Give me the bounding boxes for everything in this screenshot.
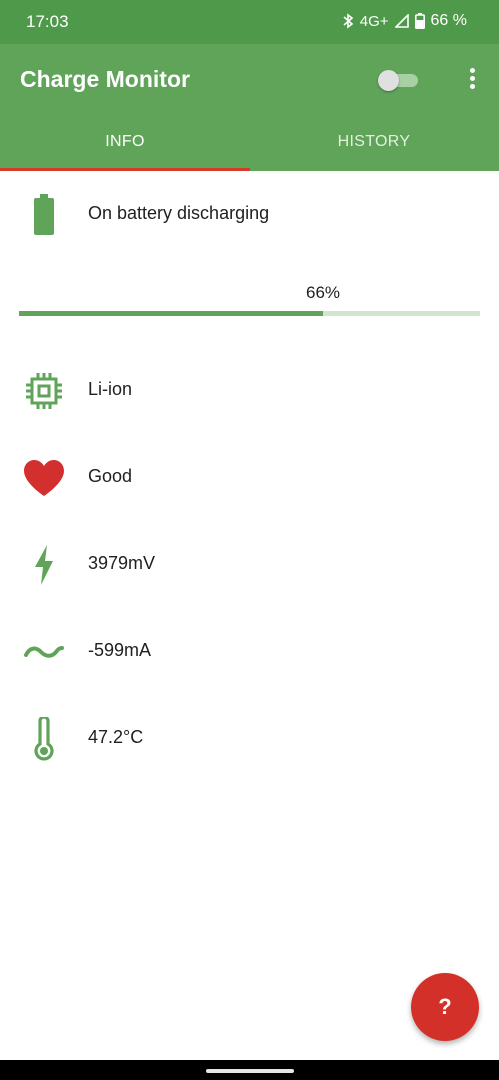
current-label: -599mA (88, 640, 152, 660)
battery-icon (22, 193, 66, 237)
help-button[interactable]: ? (411, 973, 479, 1041)
health-label: Good (88, 466, 133, 486)
battery-status-row: On battery discharging (0, 189, 499, 239)
thermometer-icon (22, 717, 66, 761)
wave-icon (22, 630, 66, 674)
health-row: Good (0, 452, 499, 502)
status-icons: 4G+ 66 % (342, 12, 467, 30)
status-bar: 17:03 4G+ 66 % (0, 0, 499, 44)
temperature-row: 47.2°C (0, 713, 499, 763)
status-battery-percent: 66 % (430, 12, 467, 29)
battery-level-fill (19, 311, 324, 316)
signal-icon (394, 14, 409, 28)
monitor-toggle[interactable] (378, 69, 418, 91)
technology-row: Li-ion (0, 365, 499, 415)
battery-status-label: On battery discharging (88, 203, 270, 223)
voltage-row: 3979mV (0, 539, 499, 589)
home-gesture-handle[interactable] (206, 1069, 294, 1073)
more-options-icon[interactable] (462, 68, 482, 94)
system-nav-bar (0, 1060, 499, 1080)
heart-icon (22, 456, 66, 500)
battery-level-text: 66% (305, 283, 341, 302)
current-row: -599mA (0, 626, 499, 676)
tab-bar: INFO HISTORY (0, 124, 499, 171)
lightning-bolt-icon (22, 543, 66, 587)
temperature-label: 47.2°C (88, 727, 144, 747)
app-bar: Charge Monitor INFO HISTORY (0, 44, 499, 171)
chip-icon (22, 369, 66, 413)
bluetooth-icon (343, 13, 354, 29)
tab-info[interactable]: INFO (0, 124, 250, 171)
toggle-thumb (378, 70, 399, 91)
status-time: 17:03 (26, 12, 69, 31)
voltage-label: 3979mV (88, 553, 156, 573)
tab-history[interactable]: HISTORY (249, 124, 499, 171)
battery-status-icon (414, 13, 425, 29)
battery-level-bar (19, 311, 480, 316)
app-title: Charge Monitor (20, 66, 190, 92)
technology-label: Li-ion (88, 379, 133, 399)
tab-indicator (0, 168, 250, 171)
network-type: 4G+ (359, 12, 389, 30)
